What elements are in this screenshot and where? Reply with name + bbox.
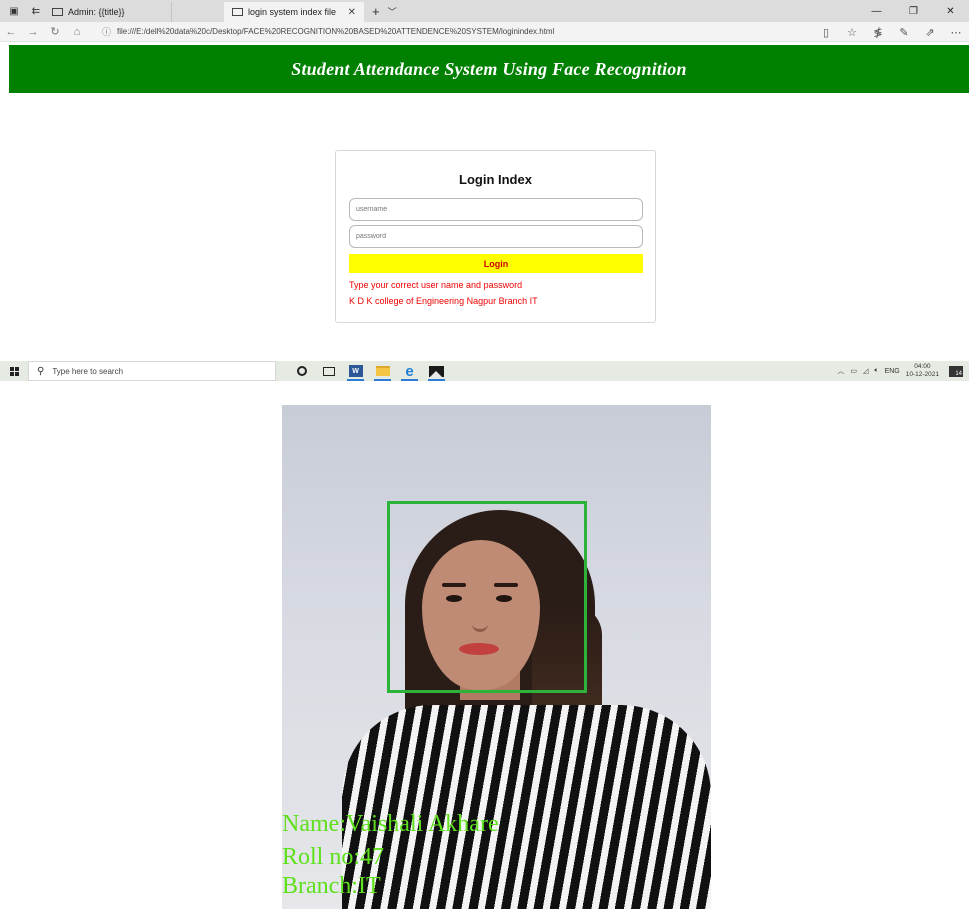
forward-icon[interactable]: →: [22, 26, 44, 38]
task-view-button[interactable]: [315, 361, 342, 381]
browser-toolbar: ▯ ☆ ≸ ✎ ⇗ ⋯: [813, 22, 969, 42]
show-hidden-icons-icon[interactable]: ︿: [837, 366, 844, 376]
windows-taskbar: ⚲ Type here to search W e ︿ ▭ ◿ 🔈︎ ENG 0…: [0, 361, 969, 381]
cortana-icon: [296, 366, 307, 376]
search-icon: ⚲: [37, 365, 45, 377]
word-app-button[interactable]: W: [342, 361, 369, 381]
windows-logo-icon: [9, 366, 19, 376]
username-input[interactable]: [349, 198, 643, 221]
login-hint-message: Type your correct user name and password: [349, 280, 523, 290]
page-icon: [232, 8, 243, 16]
url-field[interactable]: ⓘ file:///E:/dell%20data%20c/Desktop/FAC…: [102, 24, 782, 40]
taskbar-apps: W e: [288, 361, 450, 381]
clock-time: 04:00: [914, 363, 931, 370]
tab-login-system[interactable]: login system index file ✕: [224, 2, 364, 22]
browser-tab-bar: ▣ ⇇ Admin: {{title}} login system index …: [0, 0, 969, 22]
favorites-hub-icon[interactable]: ≸: [865, 26, 891, 39]
login-button[interactable]: Login: [349, 254, 643, 273]
password-input[interactable]: [349, 225, 643, 248]
back-icon[interactable]: ←: [0, 26, 22, 38]
volume-icon[interactable]: 🔈︎: [874, 367, 878, 375]
file-explorer-button[interactable]: [369, 361, 396, 381]
close-window-icon[interactable]: ✕: [932, 0, 969, 22]
tab-label: Admin: {{title}}: [68, 7, 125, 17]
browser-address-bar: ← → ↻ ⌂ ⓘ file:///E:/dell%20data%20c/Des…: [0, 22, 969, 42]
language-indicator[interactable]: ENG: [885, 368, 900, 375]
recognized-roll-label: Roll no:47: [282, 844, 385, 870]
task-view-icon: [322, 366, 335, 376]
cortana-button[interactable]: [288, 361, 315, 381]
photos-app-button[interactable]: [423, 361, 450, 381]
web-note-icon[interactable]: ✎: [891, 26, 917, 39]
login-title: Login Index: [459, 172, 532, 187]
college-info-message: K D K college of Engineering Nagpur Bran…: [349, 296, 538, 306]
more-options-icon[interactable]: ⋯: [943, 26, 969, 39]
recognized-name-label: Name:Vaishali Akhare: [282, 811, 499, 837]
reading-view-icon[interactable]: ▯: [813, 26, 839, 39]
taskbar-search-box[interactable]: ⚲ Type here to search: [28, 361, 276, 381]
page-icon: [52, 8, 63, 16]
edge-app-button[interactable]: e: [396, 361, 423, 381]
start-button[interactable]: [0, 361, 28, 381]
search-placeholder: Type here to search: [52, 366, 124, 376]
set-aside-tabs-icon[interactable]: ⇇: [28, 4, 44, 18]
site-banner: Student Attendance System Using Face Rec…: [9, 45, 969, 93]
info-icon[interactable]: ⓘ: [102, 25, 111, 38]
window-controls: — ❐ ✕: [858, 0, 969, 22]
url-text: file:///E:/dell%20data%20c/Desktop/FACE%…: [117, 27, 555, 36]
folder-icon: [375, 366, 390, 376]
tab-admin[interactable]: Admin: {{title}}: [44, 2, 172, 22]
notification-count: 14: [955, 370, 962, 377]
edge-icon: e: [405, 362, 414, 380]
wifi-icon[interactable]: ◿: [863, 367, 868, 375]
tab-label: login system index file: [248, 7, 337, 17]
battery-icon[interactable]: ▭: [850, 367, 857, 375]
share-icon[interactable]: ⇗: [917, 26, 943, 39]
banner-title: Student Attendance System Using Face Rec…: [291, 58, 687, 79]
photos-icon: [429, 365, 444, 377]
login-card: Login Index Login Type your correct user…: [335, 150, 656, 323]
system-tray: ︿ ▭ ◿ 🔈︎ ENG 04:00 10-12-2021 14: [837, 361, 969, 381]
recognized-branch-label: Branch:IT: [282, 873, 381, 899]
minimize-icon[interactable]: —: [858, 0, 895, 22]
screenshot-root: ▣ ⇇ Admin: {{title}} login system index …: [0, 0, 969, 909]
tab-preview-chevron-icon[interactable]: ﹀: [388, 5, 397, 18]
tab-actions-icon[interactable]: ▣: [6, 4, 22, 18]
face-detection-box: [387, 501, 587, 693]
recognition-photo: Name:Vaishali Akhare Roll no:47 Branch:I…: [282, 405, 711, 909]
photo-striped-top: [342, 705, 711, 909]
clock[interactable]: 04:00 10-12-2021: [906, 363, 939, 379]
action-center-icon[interactable]: 14: [949, 365, 963, 377]
home-icon[interactable]: ⌂: [66, 26, 88, 38]
refresh-icon[interactable]: ↻: [44, 25, 66, 38]
restore-icon[interactable]: ❐: [895, 0, 932, 22]
word-icon: W: [348, 365, 363, 377]
clock-date: 10-12-2021: [905, 371, 939, 378]
favorite-star-icon[interactable]: ☆: [839, 26, 865, 39]
close-tab-icon[interactable]: ✕: [348, 7, 356, 18]
new-tab-icon[interactable]: +: [372, 4, 380, 19]
